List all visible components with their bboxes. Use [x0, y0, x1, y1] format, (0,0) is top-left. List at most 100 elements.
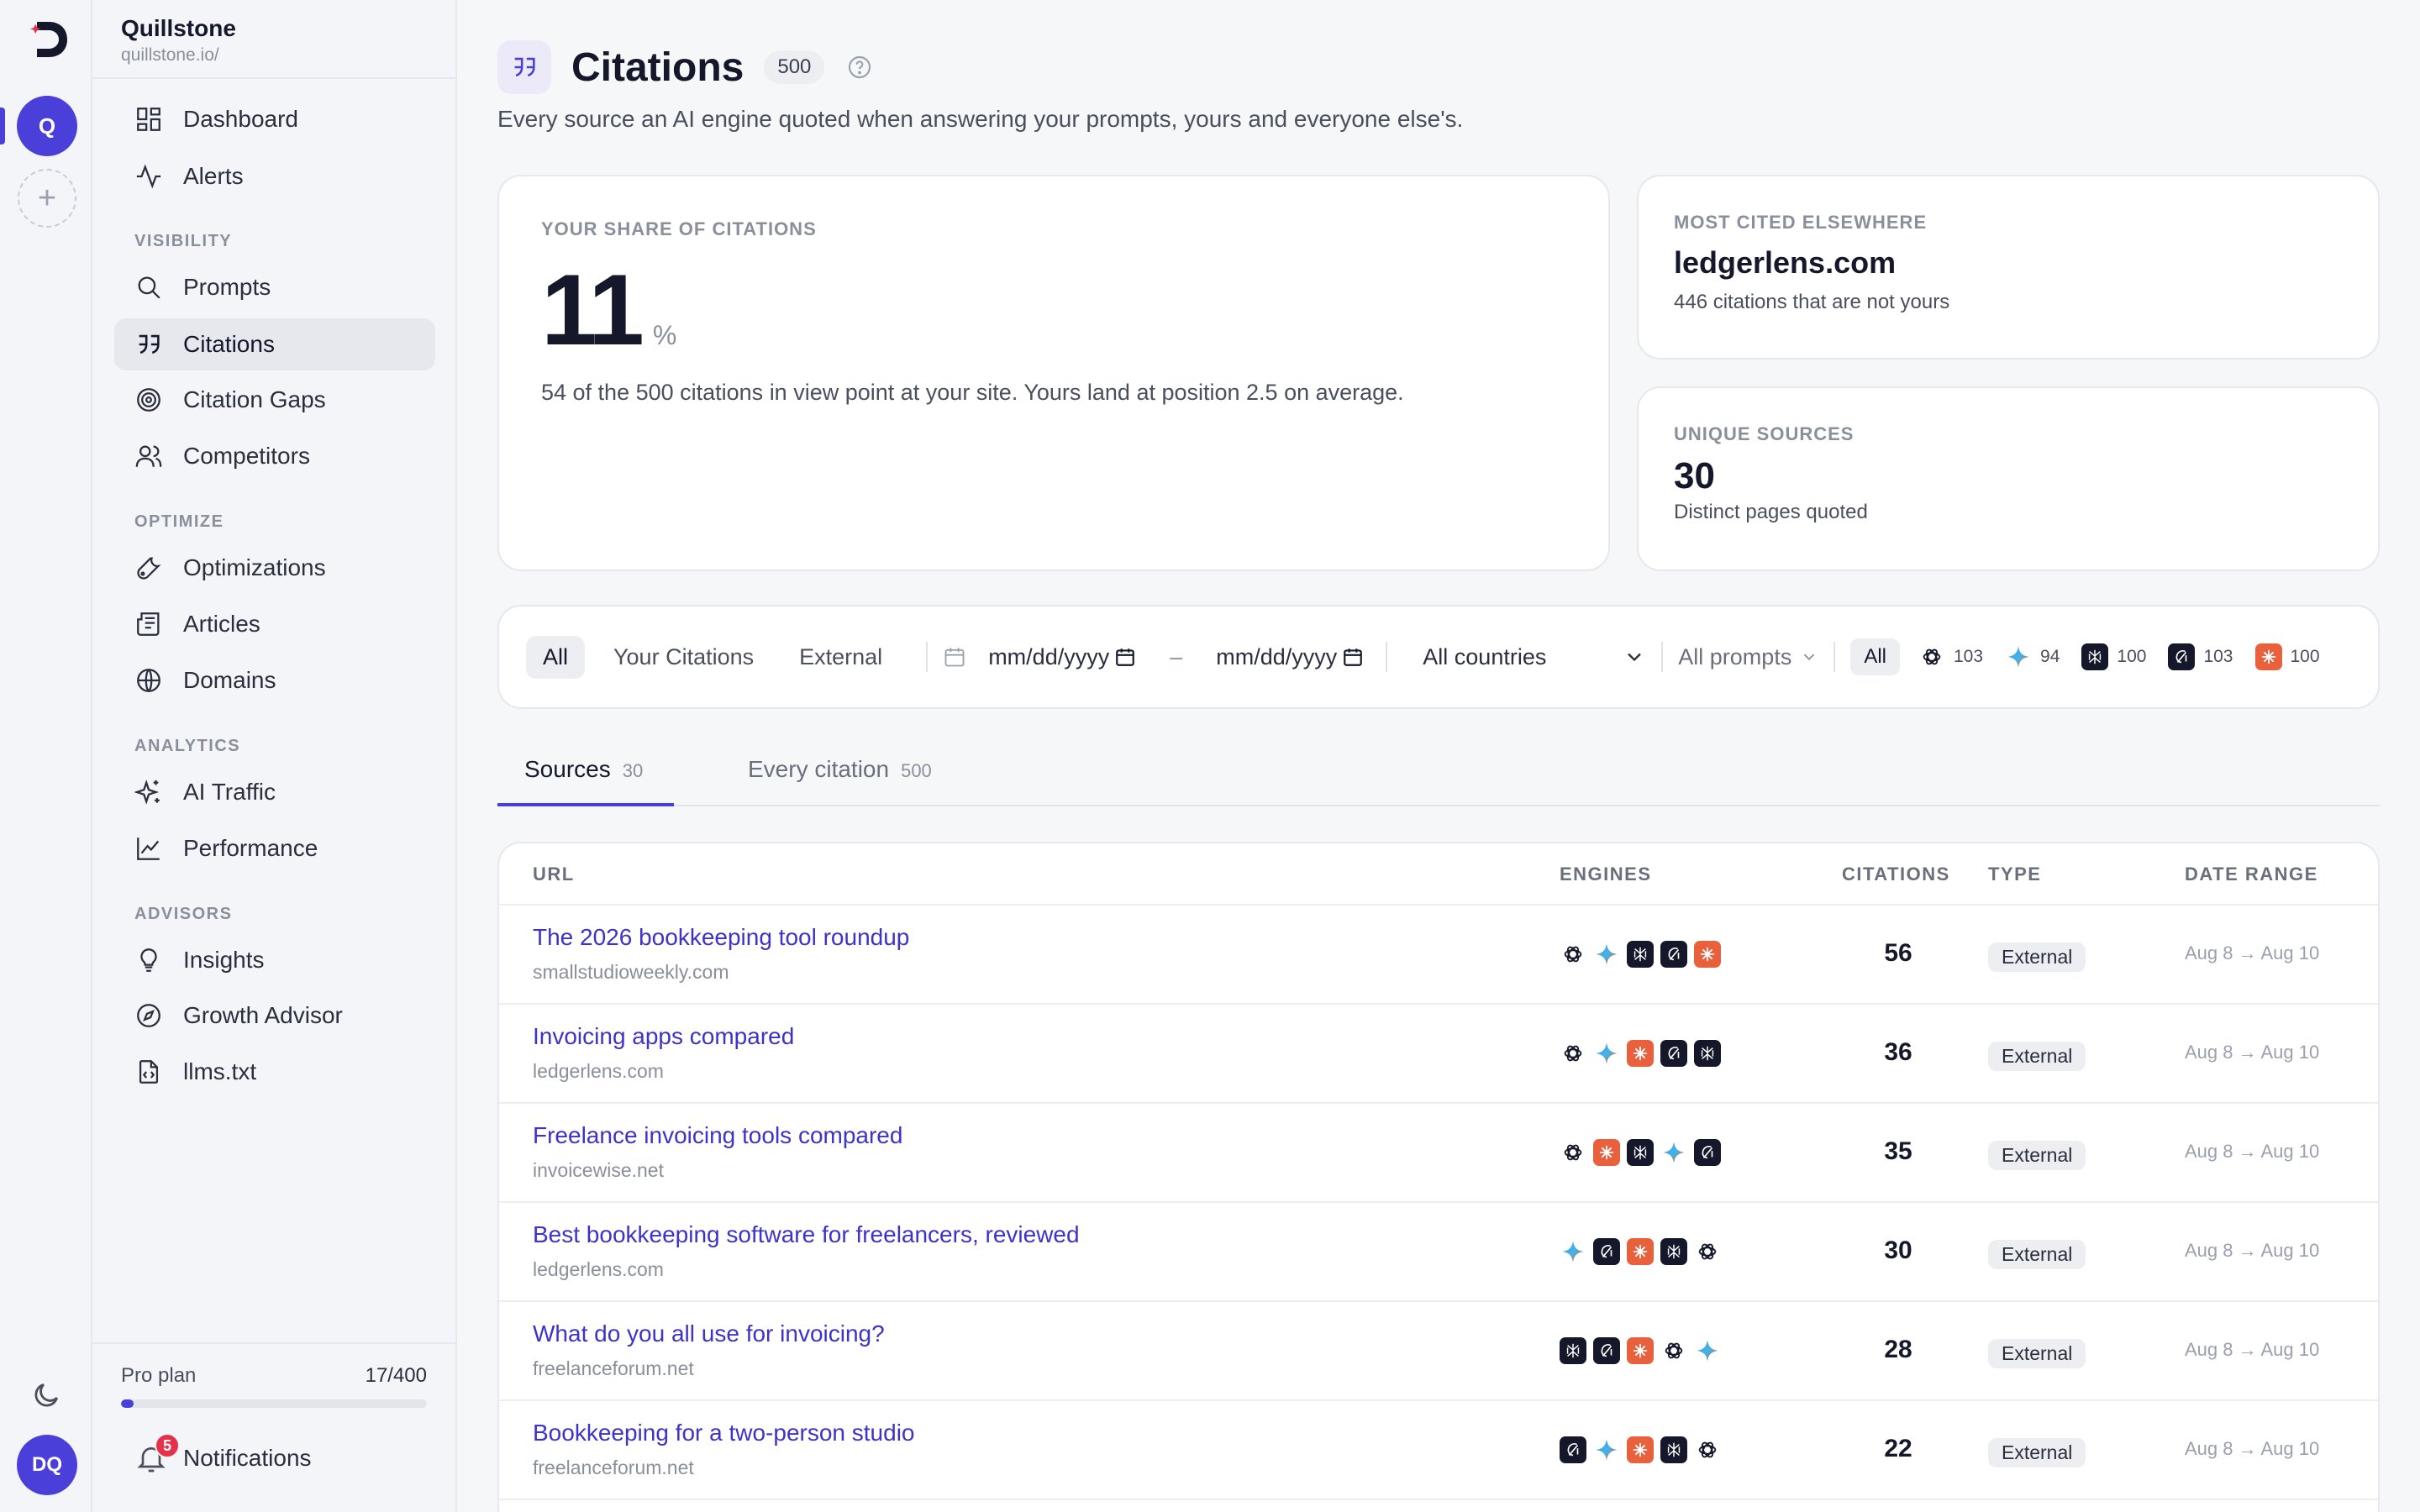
chevron-down-icon	[1628, 653, 1642, 662]
notifications-button[interactable]: 5 Notifications	[134, 1433, 312, 1475]
workspace-header[interactable]: Quillstone quillstone.io/	[121, 15, 236, 66]
engine-perplexity-button[interactable]: 100	[2081, 643, 2146, 670]
sidebar-item-label: Articles	[183, 611, 260, 637]
type-badge: External	[1988, 942, 2086, 972]
table-body: The 2026 bookkeeping tool roundup smalls…	[499, 906, 2378, 1500]
divider	[1386, 642, 1388, 672]
sidebar-item-articles[interactable]: Articles	[114, 598, 435, 650]
column-header-engines[interactable]: ENGINES	[1560, 864, 1652, 885]
nav-section-optimize: OPTIMIZE	[134, 512, 224, 531]
user-avatar[interactable]: DQ	[17, 1435, 77, 1495]
claude-icon	[1627, 1436, 1654, 1463]
source-title-link[interactable]: The 2026 bookkeeping tool roundup	[533, 924, 909, 951]
table-row[interactable]: What do you all use for invoicing? freel…	[499, 1302, 2378, 1401]
tab-label: Every citation	[748, 756, 890, 782]
most-cited-card[interactable]: MOST CITED ELSEWHERE ledgerlens.com 446 …	[1637, 175, 2380, 360]
grok-icon	[1593, 1238, 1620, 1265]
add-workspace-button[interactable]: +	[18, 169, 76, 228]
claude-icon	[1627, 1337, 1654, 1364]
chatgpt-icon	[1560, 941, 1586, 968]
calendar-icon	[944, 648, 965, 667]
date-range: Aug 8 → Aug 10	[2185, 1141, 2320, 1162]
engine-chatgpt-button[interactable]: 103	[1918, 643, 1983, 670]
engine-gemini-button[interactable]: 94	[2005, 643, 2060, 670]
sidebar-item-ai-traffic[interactable]: AI Traffic	[114, 766, 435, 818]
claude-icon	[1627, 1238, 1654, 1265]
scope-yours-button[interactable]: Your Citations	[597, 636, 771, 679]
source-title-link[interactable]: Best bookkeeping software for freelancer…	[533, 1221, 1080, 1248]
sidebar-item-label: Alerts	[183, 163, 244, 189]
engine-grok-button[interactable]: 103	[2168, 643, 2233, 670]
sidebar-item-performance[interactable]: Performance	[114, 822, 435, 874]
engine-claude-button[interactable]: 100	[2254, 643, 2320, 670]
source-title-link[interactable]: What do you all use for invoicing?	[533, 1320, 885, 1347]
unique-sources-value: 30	[1674, 455, 1715, 496]
app-logo-icon[interactable]	[25, 17, 71, 62]
table-row[interactable]: Bookkeeping for a two-person studio free…	[499, 1401, 2378, 1500]
sidebar-item-alerts[interactable]: Alerts	[114, 150, 435, 202]
sidebar-item-label: Growth Advisor	[183, 1002, 343, 1028]
sidebar-item-insights[interactable]: Insights	[114, 934, 435, 986]
date-range: Aug 8 → Aug 10	[2185, 1339, 2320, 1360]
moon-icon[interactable]	[30, 1379, 62, 1411]
users-icon	[135, 445, 162, 467]
country-select[interactable]: All countries	[1402, 644, 1646, 670]
country-select-value: All countries	[1423, 643, 1547, 669]
most-cited-domain: ledgerlens.com	[1674, 245, 1897, 280]
column-header-citations[interactable]: CITATIONS	[1842, 864, 1950, 885]
tab-every-citation[interactable]: Every citation 500	[748, 756, 932, 783]
table-row[interactable]: Freelance invoicing tools compared invoi…	[499, 1104, 2378, 1203]
perplexity-icon	[1627, 1139, 1654, 1166]
date-to-input[interactable]: mm/dd/yyyy	[1216, 644, 1364, 670]
table-row[interactable]: Best bookkeeping software for freelancer…	[499, 1203, 2378, 1302]
divider	[92, 77, 455, 79]
perplexity-icon	[1694, 1040, 1721, 1067]
table-row[interactable]: The 2026 bookkeeping tool roundup smalls…	[499, 906, 2378, 1005]
table-row[interactable]: Invoicing apps compared ledgerlens.com 3…	[499, 1005, 2378, 1104]
date-from-input[interactable]: mm/dd/yyyy	[988, 644, 1136, 670]
tab-sources[interactable]: Sources 30	[524, 756, 643, 783]
sidebar-item-domains[interactable]: Domains	[114, 654, 435, 706]
column-header-date-range[interactable]: DATE RANGE	[2185, 864, 2318, 885]
sidebar-item-prompts[interactable]: Prompts	[114, 261, 435, 313]
plan-label: Pro plan	[121, 1364, 197, 1387]
source-domain: invoicewise.net	[533, 1159, 664, 1181]
citation-count: 36	[1884, 1038, 1912, 1066]
engine-icons	[1560, 1337, 1728, 1364]
sources-table: URL ENGINES CITATIONS TYPE DATE RANGE Th…	[497, 842, 2380, 1512]
sidebar-item-growth-advisor[interactable]: Growth Advisor	[114, 990, 435, 1042]
source-title-link[interactable]: Bookkeeping for a two-person studio	[533, 1420, 915, 1446]
sidebar-item-citation-gaps[interactable]: Citation Gaps	[114, 374, 435, 426]
column-header-url[interactable]: URL	[533, 864, 575, 885]
divider	[1833, 642, 1836, 672]
gemini-icon	[1593, 941, 1620, 968]
calendar-picker-icon[interactable]	[1114, 646, 1136, 668]
engine-count: 100	[2290, 647, 2320, 666]
sidebar-item-llms-txt[interactable]: llms.txt	[114, 1046, 435, 1098]
notification-count-badge: 5	[155, 1433, 180, 1458]
help-icon[interactable]	[846, 54, 873, 81]
grok-icon	[2168, 643, 2196, 670]
chatgpt-icon	[1560, 1139, 1586, 1166]
calendar-picker-icon[interactable]	[1342, 646, 1364, 668]
scope-external-button[interactable]: External	[782, 636, 899, 679]
source-title-link[interactable]: Invoicing apps compared	[533, 1023, 794, 1050]
sidebar-item-optimizations[interactable]: Optimizations	[114, 542, 435, 594]
workspace-avatar[interactable]: Q	[17, 96, 77, 156]
sidebar-item-dashboard[interactable]: Dashboard	[114, 93, 435, 145]
engine-icons	[1560, 1139, 1728, 1166]
unique-sources-sub: Distinct pages quoted	[1674, 501, 1868, 523]
perplexity-icon	[1627, 941, 1654, 968]
sidebar-item-citations[interactable]: Citations	[114, 318, 435, 370]
sidebar-item-competitors[interactable]: Competitors	[114, 430, 435, 482]
engine-all-button[interactable]: All	[1850, 638, 1900, 675]
date-range: Aug 8 → Aug 10	[2185, 942, 2320, 963]
prompts-select[interactable]: All prompts	[1678, 644, 1818, 670]
scope-all-button[interactable]: All	[526, 635, 586, 679]
date-range: Aug 8 → Aug 10	[2185, 1240, 2320, 1261]
plan-usage-bar	[121, 1399, 427, 1408]
main-content: Citations 500 Every source an AI engine …	[457, 0, 2420, 1512]
source-title-link[interactable]: Freelance invoicing tools compared	[533, 1122, 902, 1149]
column-header-type[interactable]: TYPE	[1988, 864, 2041, 885]
unique-sources-card: UNIQUE SOURCES 30 Distinct pages quoted	[1637, 386, 2380, 571]
